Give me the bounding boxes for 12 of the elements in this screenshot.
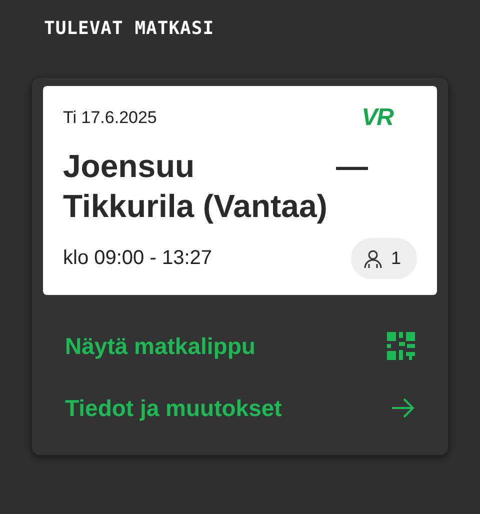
trip-card[interactable]: Ti 17.6.2025 VR Joensuu — Tikkurila (Vantaa) klo 09:00 - 13:27 1 (43, 86, 437, 295)
action-button[interactable]: Tiedot ja muutokset (43, 377, 437, 439)
qr-code-icon (387, 332, 415, 360)
section-heading: TULEVAT MATKASI (43, 17, 216, 41)
person-icon (362, 248, 383, 268)
arrow-right-icon (391, 398, 415, 418)
passenger-count: 1 (350, 238, 417, 279)
trip-time: klo 09:00 - 13:27 (63, 247, 212, 270)
route-title: Joensuu — Tikkurila (Vantaa) (63, 147, 368, 226)
logo: VR (362, 104, 393, 132)
action-button[interactable]: Näytä matkalippu (43, 315, 437, 377)
trip-date: Ti 17.6.2025 (63, 108, 157, 128)
